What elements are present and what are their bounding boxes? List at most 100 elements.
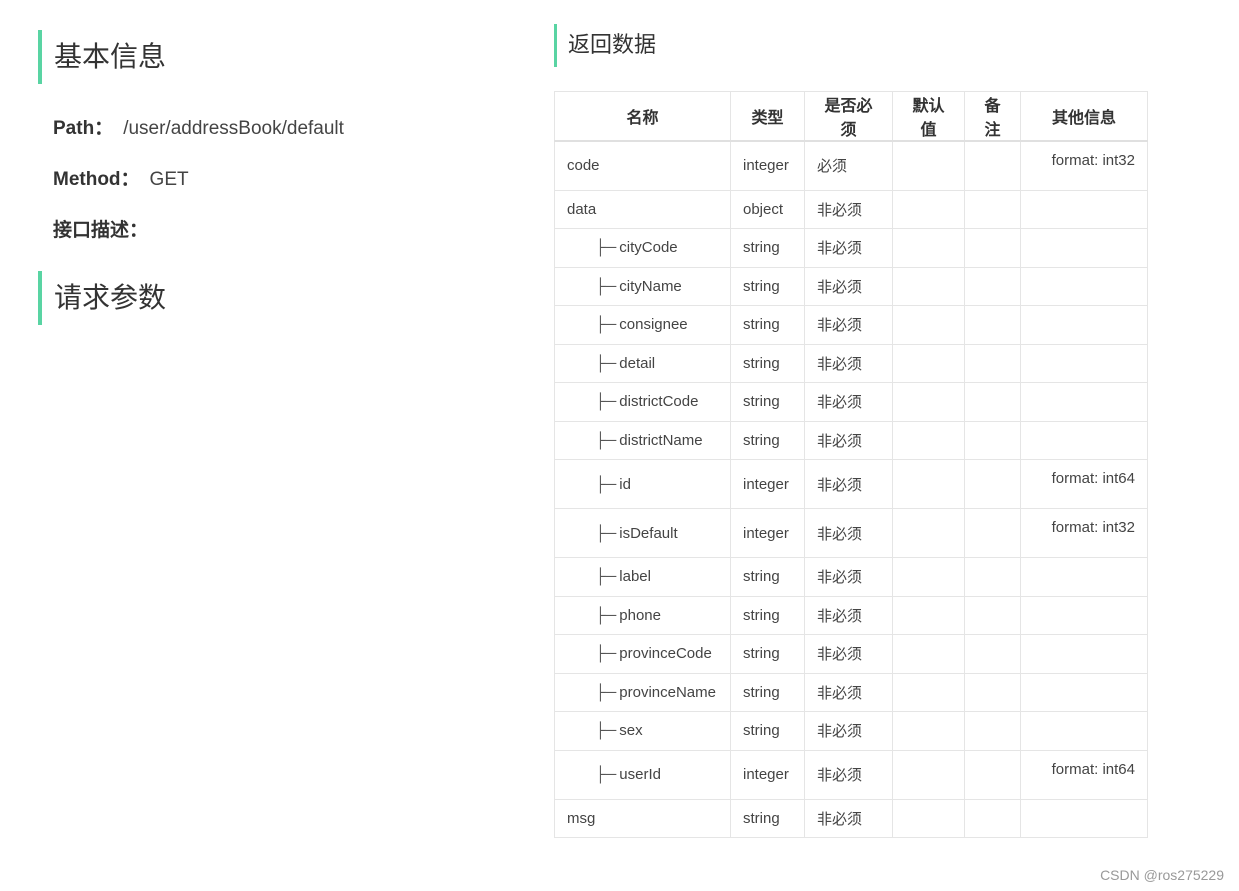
cell-note bbox=[964, 343, 1021, 383]
tree-branch-icon: ├─ bbox=[595, 239, 617, 257]
table-body: code integer 必须 format: int32 data object 非必须 ├… bbox=[554, 140, 1148, 838]
cell-default bbox=[892, 459, 965, 509]
cell-other bbox=[1020, 343, 1148, 383]
table-row: ├─ userId integer 非必须 format: int64 bbox=[554, 749, 1148, 800]
cell-note bbox=[964, 382, 1021, 422]
basic-info-heading: 基本信息 bbox=[38, 30, 518, 84]
cell-default bbox=[892, 305, 965, 345]
cell-default bbox=[892, 140, 965, 191]
cell-default bbox=[892, 749, 965, 800]
field-name: detail bbox=[619, 354, 656, 372]
cell-note bbox=[964, 508, 1021, 558]
table-row: ├─ detail string 非必须 bbox=[554, 343, 1148, 383]
cell-note bbox=[964, 266, 1021, 306]
cell-name: ├─ userId bbox=[554, 749, 731, 800]
cell-default bbox=[892, 508, 965, 558]
cell-required: 非必须 bbox=[804, 634, 893, 674]
cell-other bbox=[1020, 420, 1148, 460]
cell-name: ├─ provinceName bbox=[554, 672, 731, 712]
response-heading: 返回数据 bbox=[554, 24, 656, 67]
cell-other: format: int32 bbox=[1020, 508, 1148, 558]
cell-default bbox=[892, 228, 965, 268]
cell-note bbox=[964, 595, 1021, 635]
table-row: ├─ districtCode string 非必须 bbox=[554, 382, 1148, 422]
tree-branch-icon: ├─ bbox=[595, 316, 617, 334]
table-row: data object 非必须 bbox=[554, 189, 1148, 229]
cell-note bbox=[964, 749, 1021, 800]
tree-branch-icon: ├─ bbox=[595, 277, 617, 295]
tree-branch-icon: ├─ bbox=[595, 722, 617, 740]
tree-branch-icon: ├─ bbox=[595, 568, 617, 586]
field-name: label bbox=[619, 568, 651, 586]
cell-name: code bbox=[554, 140, 731, 191]
table-row: msg string 非必须 bbox=[554, 798, 1148, 838]
cell-required: 非必须 bbox=[804, 343, 893, 383]
field-name: districtCode bbox=[619, 393, 699, 411]
cell-required: 非必须 bbox=[804, 798, 893, 838]
tree-branch-icon: ├─ bbox=[595, 606, 617, 624]
field-name: provinceName bbox=[619, 683, 716, 701]
cell-note bbox=[964, 228, 1021, 268]
cell-other bbox=[1020, 228, 1148, 268]
table-row: ├─ districtName string 非必须 bbox=[554, 420, 1148, 460]
description-row: 接口描述： bbox=[53, 218, 518, 244]
cell-name: ├─ districtName bbox=[554, 420, 731, 460]
description-label: 接口描述： bbox=[53, 220, 149, 241]
cell-default bbox=[892, 798, 965, 838]
tree-branch-icon: ├─ bbox=[595, 766, 617, 783]
cell-type: integer bbox=[730, 459, 805, 509]
table-row: ├─ id integer 非必须 format: int64 bbox=[554, 459, 1148, 509]
cell-required: 非必须 bbox=[804, 305, 893, 345]
method-row: Method： GET bbox=[53, 167, 518, 193]
column-header-other: 其他信息 bbox=[1020, 91, 1148, 142]
response-panel: 返回数据 名称 类型 是否必须 默认值 备注 其他信息 code integer 必… bbox=[554, 24, 1148, 838]
column-header-default: 默认值 bbox=[892, 91, 965, 142]
cell-default bbox=[892, 634, 965, 674]
path-row: Path： /user/addressBook/default bbox=[53, 116, 518, 142]
column-header-note: 备注 bbox=[964, 91, 1021, 142]
field-name: cityCode bbox=[619, 239, 678, 257]
cell-required: 非必须 bbox=[804, 711, 893, 751]
tree-branch-icon: ├─ bbox=[595, 683, 617, 701]
column-header-name: 名称 bbox=[554, 91, 731, 142]
cell-other bbox=[1020, 798, 1148, 838]
cell-type: string bbox=[730, 634, 805, 674]
table-row: ├─ phone string 非必须 bbox=[554, 595, 1148, 635]
cell-type: string bbox=[730, 595, 805, 635]
request-params-heading: 请求参数 bbox=[38, 271, 518, 325]
tree-branch-icon: ├─ bbox=[595, 354, 617, 372]
tree-branch-icon: ├─ bbox=[595, 431, 617, 449]
cell-name: ├─ provinceCode bbox=[554, 634, 731, 674]
cell-other bbox=[1020, 557, 1148, 597]
field-name: userId bbox=[619, 766, 661, 783]
cell-name: ├─ label bbox=[554, 557, 731, 597]
cell-default bbox=[892, 266, 965, 306]
cell-note bbox=[964, 420, 1021, 460]
cell-name: ├─ sex bbox=[554, 711, 731, 751]
watermark: CSDN @ros275229 bbox=[1100, 867, 1224, 883]
cell-type: integer bbox=[730, 140, 805, 191]
cell-note bbox=[964, 459, 1021, 509]
cell-default bbox=[892, 595, 965, 635]
cell-name: ├─ districtCode bbox=[554, 382, 731, 422]
cell-note bbox=[964, 672, 1021, 712]
table-row: code integer 必须 format: int32 bbox=[554, 140, 1148, 191]
table-row: ├─ cityName string 非必须 bbox=[554, 266, 1148, 306]
field-name: sex bbox=[619, 722, 643, 740]
cell-default bbox=[892, 557, 965, 597]
cell-required: 非必须 bbox=[804, 189, 893, 229]
cell-default bbox=[892, 189, 965, 229]
cell-required: 非必须 bbox=[804, 420, 893, 460]
cell-other bbox=[1020, 266, 1148, 306]
cell-type: string bbox=[730, 343, 805, 383]
cell-type: string bbox=[730, 305, 805, 345]
table-row: ├─ consignee string 非必须 bbox=[554, 305, 1148, 345]
cell-note bbox=[964, 140, 1021, 191]
cell-note bbox=[964, 711, 1021, 751]
cell-default bbox=[892, 672, 965, 712]
cell-type: string bbox=[730, 798, 805, 838]
cell-note bbox=[964, 798, 1021, 838]
cell-required: 非必须 bbox=[804, 459, 893, 509]
method-value: GET bbox=[149, 169, 189, 190]
cell-name: ├─ phone bbox=[554, 595, 731, 635]
